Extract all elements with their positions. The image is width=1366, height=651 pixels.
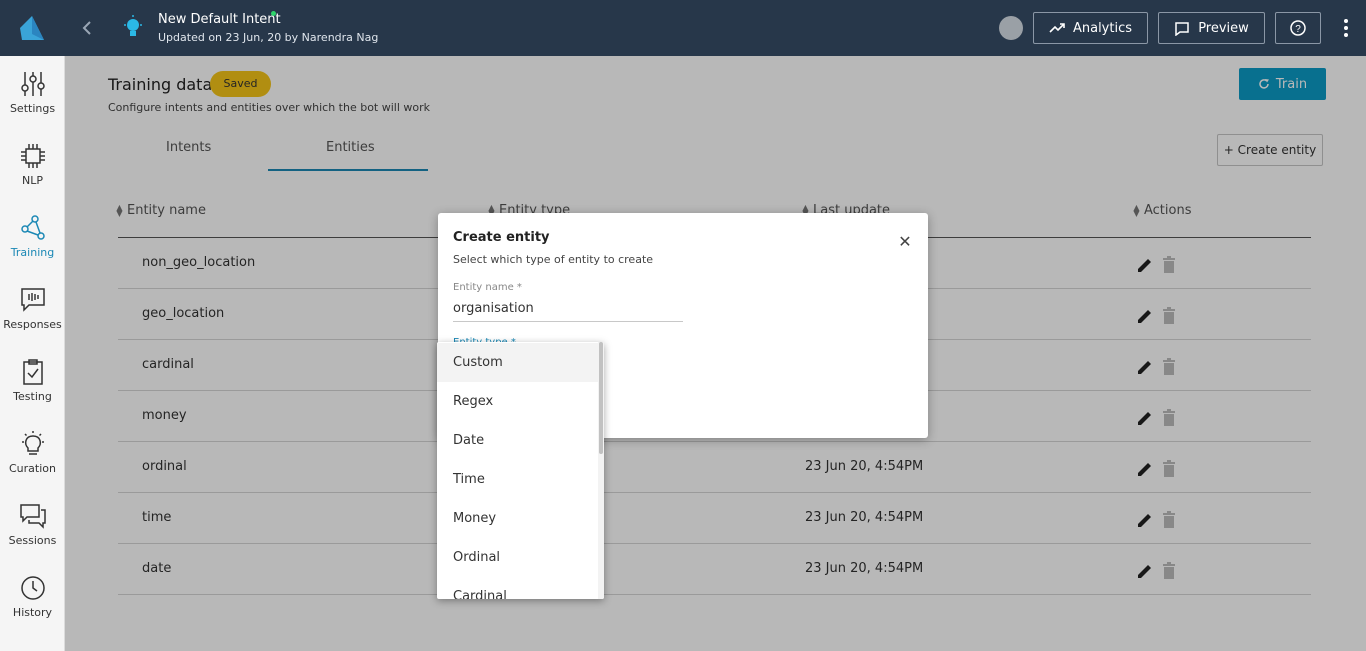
sliders-icon xyxy=(20,72,45,96)
app-logo-icon[interactable] xyxy=(16,12,48,44)
chat-wave-icon xyxy=(20,288,45,312)
dropdown-option-money[interactable]: Money xyxy=(437,499,598,538)
sidebar-item-testing[interactable]: Testing xyxy=(0,358,65,430)
chat-bubbles-icon xyxy=(19,504,46,529)
intent-bulb-icon xyxy=(124,15,142,36)
chip-icon xyxy=(20,144,45,168)
sidebar-label: Curation xyxy=(9,462,56,475)
clipboard-check-icon xyxy=(22,359,43,385)
network-icon xyxy=(20,215,45,240)
sidebar-item-sessions[interactable]: Sessions xyxy=(0,502,65,574)
sidebar-item-curation[interactable]: Curation xyxy=(0,430,65,502)
close-icon[interactable]: ✕ xyxy=(896,233,914,251)
lightbulb-icon xyxy=(21,431,44,455)
entity-name-input[interactable]: organisation xyxy=(453,301,683,322)
preview-button[interactable]: Preview xyxy=(1158,12,1265,44)
dropdown-scrollbar-thumb[interactable] xyxy=(599,342,603,454)
sidebar-label: Testing xyxy=(13,390,52,403)
sidebar: Settings NLP Training Responses Testing … xyxy=(0,56,65,651)
console-icon[interactable] xyxy=(999,16,1023,40)
sidebar-label: NLP xyxy=(22,174,43,187)
entity-name-label: Entity name * xyxy=(453,282,522,293)
dropdown-option-regex[interactable]: Regex xyxy=(437,382,598,421)
sidebar-item-responses[interactable]: Responses xyxy=(0,286,65,358)
trend-up-icon xyxy=(1049,23,1065,33)
sidebar-label: Responses xyxy=(3,318,62,331)
sidebar-label: Settings xyxy=(9,102,56,115)
sidebar-item-history[interactable]: History xyxy=(0,574,65,646)
analytics-label: Analytics xyxy=(1072,20,1133,36)
intent-title: New Default Intent xyxy=(158,12,281,27)
help-button[interactable]: ? xyxy=(1275,12,1321,44)
entity-type-dropdown[interactable]: Custom Regex Date Time Money Ordinal Car… xyxy=(437,342,604,599)
top-bar: New Default Intent Updated on 23 Jun, 20… xyxy=(0,0,1366,56)
sidebar-item-training[interactable]: Training xyxy=(0,214,65,286)
sidebar-label: Sessions xyxy=(8,534,57,547)
status-dot xyxy=(271,11,276,16)
sidebar-item-nlp[interactable]: NLP xyxy=(0,142,65,214)
dropdown-option-custom[interactable]: Custom xyxy=(437,343,598,382)
preview-label: Preview xyxy=(1198,20,1249,36)
sidebar-label: Training xyxy=(10,246,55,259)
help-icon: ? xyxy=(1290,20,1306,36)
dropdown-option-date[interactable]: Date xyxy=(437,421,598,460)
sidebar-label: History xyxy=(12,606,53,619)
dropdown-option-ordinal[interactable]: Ordinal xyxy=(437,538,598,577)
clock-icon xyxy=(20,576,45,600)
chat-preview-icon xyxy=(1175,21,1189,36)
intent-updated-subtitle: Updated on 23 Jun, 20 by Narendra Nag xyxy=(158,31,379,44)
dialog-title: Create entity xyxy=(453,230,550,245)
dropdown-option-cardinal[interactable]: Cardinal xyxy=(437,577,598,599)
sidebar-item-settings[interactable]: Settings xyxy=(0,70,65,142)
dropdown-option-time[interactable]: Time xyxy=(437,460,598,499)
dialog-subtitle: Select which type of entity to create xyxy=(453,253,654,266)
more-options-icon[interactable] xyxy=(1337,16,1355,40)
svg-text:?: ? xyxy=(1295,24,1301,35)
back-chevron-icon[interactable] xyxy=(76,16,98,40)
analytics-button[interactable]: Analytics xyxy=(1033,12,1148,44)
